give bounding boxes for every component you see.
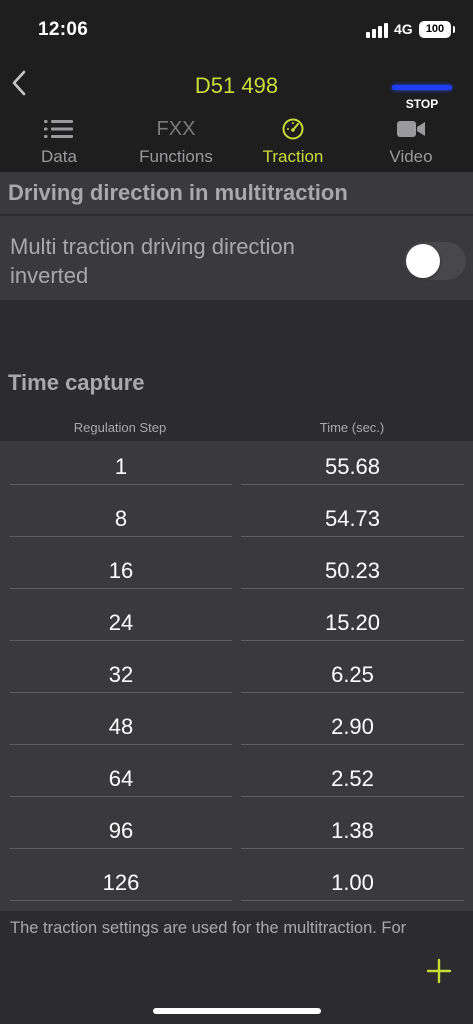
footer-description: The traction settings are used for the m… (10, 919, 407, 937)
add-button[interactable] (426, 958, 452, 984)
battery-level: 100 (425, 23, 445, 35)
toggle-label: Multi traction driving direction inverte… (10, 234, 295, 288)
stop-label: STOP (405, 97, 439, 111)
status-time: 12:06 (38, 19, 89, 40)
time-cell[interactable]: 55.68 (241, 441, 464, 485)
step-cell[interactable]: 96 (10, 805, 232, 849)
multitraction-direction-row: Multi traction driving direction inverte… (0, 216, 473, 300)
tab-data[interactable]: Data (0, 112, 118, 172)
plus-icon (426, 958, 452, 984)
tab-video-label: Video (389, 147, 433, 166)
column-header-time: Time (sec.) (319, 420, 385, 435)
stop-indicator-bar (392, 85, 452, 90)
speedometer-icon (234, 116, 352, 142)
section-title: Driving direction in multitraction (8, 180, 348, 205)
tab-traction[interactable]: Traction (234, 112, 352, 172)
video-camera-icon (352, 116, 470, 142)
tab-functions-label: Functions (139, 147, 213, 166)
tab-functions[interactable]: FXX Functions (117, 112, 235, 172)
time-capture-table: 1 55.68 8 54.73 16 50.23 24 15.20 32 6.2… (0, 441, 473, 911)
tab-data-label: Data (41, 147, 77, 166)
direction-inverted-toggle[interactable] (404, 242, 466, 280)
toggle-knob (406, 244, 440, 278)
cellular-signal-icon (366, 22, 388, 38)
top-bar: 12:06 4G 100 D51 498 STOP Data FXX Funct… (0, 0, 473, 172)
step-cell[interactable]: 8 (10, 493, 232, 537)
time-cell[interactable]: 6.25 (241, 649, 464, 693)
tab-bar: Data FXX Functions Traction Video (0, 112, 473, 172)
list-icon (0, 116, 118, 142)
section-header-multitraction: Driving direction in multitraction (0, 172, 473, 214)
status-bar: 12:06 4G 100 (0, 0, 473, 60)
step-cell[interactable]: 16 (10, 545, 232, 589)
stop-button[interactable]: STOP (389, 82, 455, 114)
time-cell[interactable]: 50.23 (241, 545, 464, 589)
step-cell[interactable]: 64 (10, 753, 232, 797)
step-cell[interactable]: 1 (10, 441, 232, 485)
home-indicator[interactable] (153, 1008, 321, 1014)
time-cell[interactable]: 15.20 (241, 597, 464, 641)
step-cell[interactable]: 48 (10, 701, 232, 745)
tab-traction-label: Traction (262, 147, 324, 166)
step-cell[interactable]: 24 (10, 597, 232, 641)
tab-video[interactable]: Video (352, 112, 470, 172)
network-type: 4G (394, 21, 413, 37)
fxx-icon: FXX (156, 117, 196, 140)
step-cell[interactable]: 126 (10, 857, 232, 901)
step-cell[interactable]: 32 (10, 649, 232, 693)
time-cell[interactable]: 54.73 (241, 493, 464, 537)
time-capture-title: Time capture (8, 370, 145, 395)
time-cell[interactable]: 2.52 (241, 753, 464, 797)
time-cell[interactable]: 1.38 (241, 805, 464, 849)
time-cell[interactable]: 2.90 (241, 701, 464, 745)
column-header-step: Regulation Step (73, 420, 167, 435)
battery-icon: 100 (419, 21, 455, 38)
time-cell[interactable]: 1.00 (241, 857, 464, 901)
